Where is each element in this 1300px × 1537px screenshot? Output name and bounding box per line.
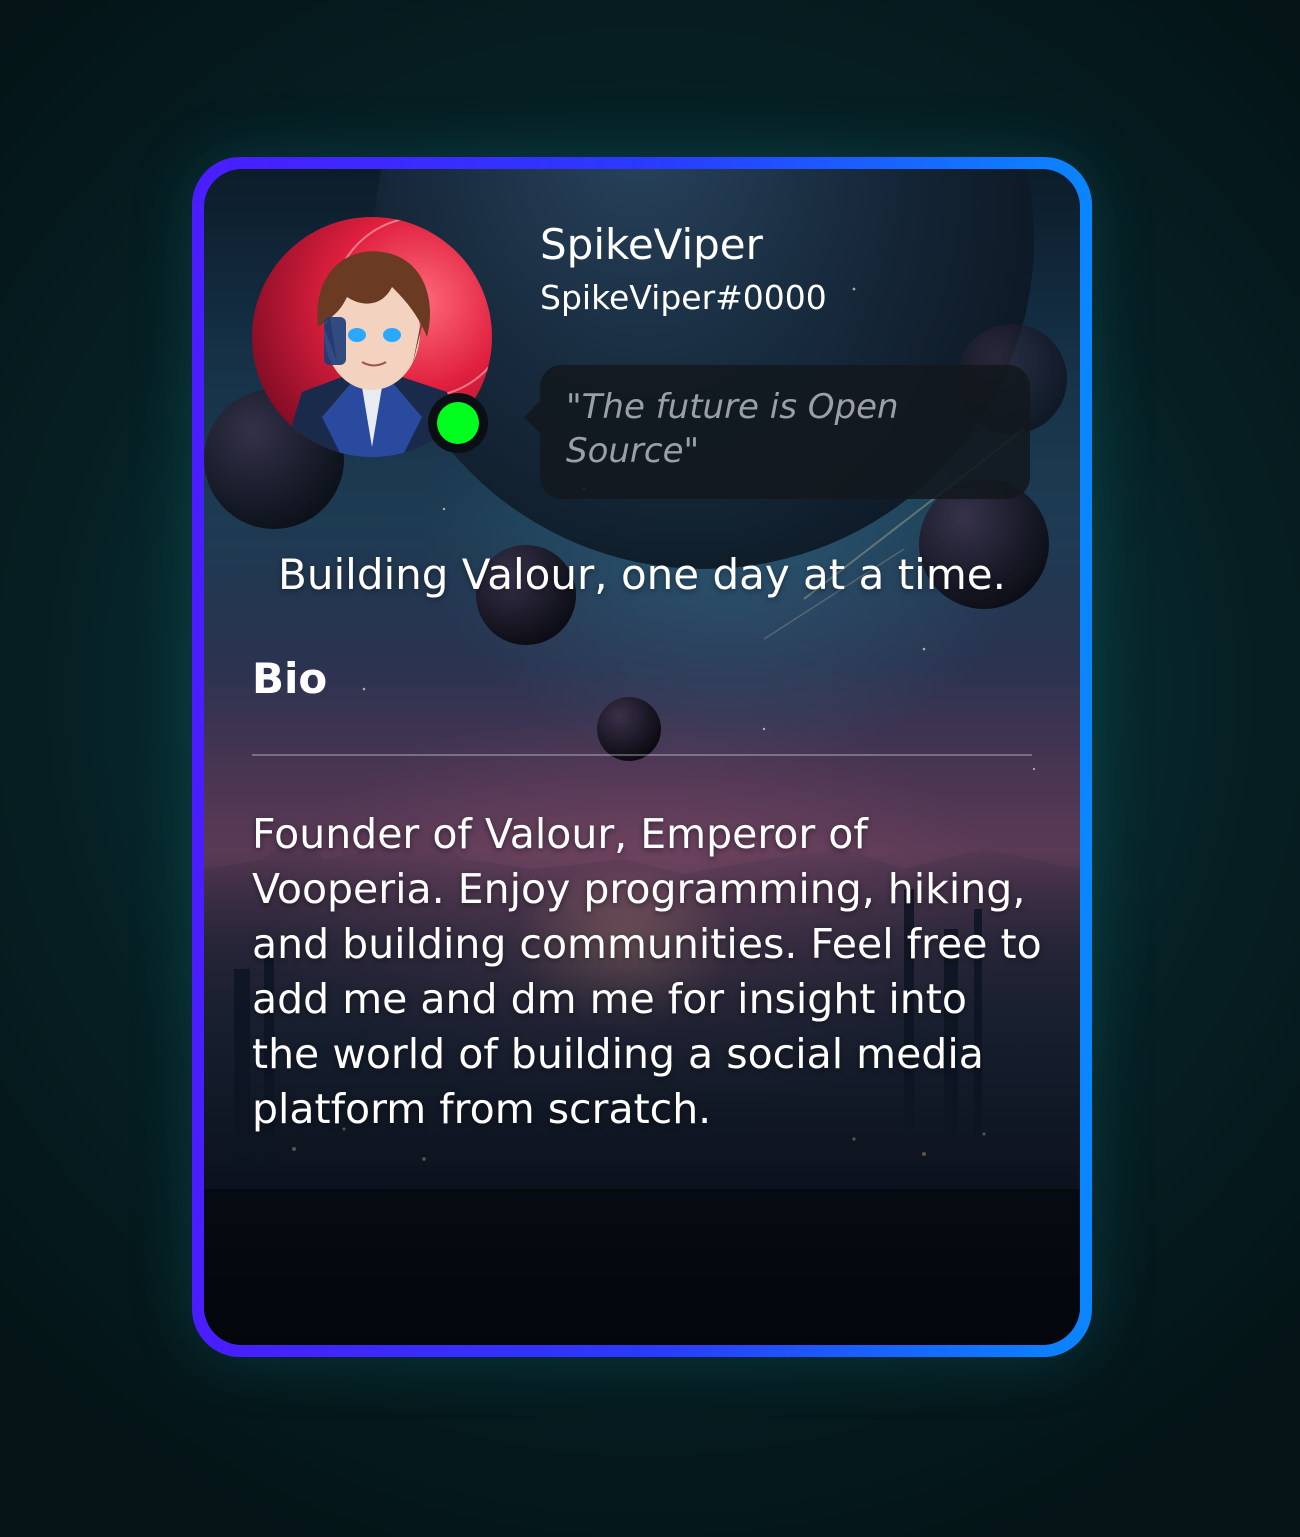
status-quote-text: "The future is Open Source" — [566, 387, 899, 471]
bio-divider — [252, 754, 1032, 756]
user-tag: SpikeViper#0000 — [540, 278, 827, 317]
profile-card: SpikeViper SpikeViper#0000 "The future i… — [204, 169, 1080, 1345]
display-name: SpikeViper — [540, 220, 763, 269]
speech-bubble-tail — [524, 401, 540, 433]
status-quote-bubble: "The future is Open Source" — [524, 365, 1030, 499]
avatar-container[interactable] — [252, 217, 492, 457]
profile-card-border: SpikeViper SpikeViper#0000 "The future i… — [192, 157, 1092, 1357]
bio-heading: Bio — [252, 654, 328, 703]
online-status-dot — [437, 402, 479, 444]
profile-headline: Building Valour, one day at a time. — [278, 550, 1006, 599]
online-status-indicator — [428, 393, 488, 453]
bio-text: Founder of Valour, Emperor of Vooperia. … — [252, 810, 1042, 1133]
